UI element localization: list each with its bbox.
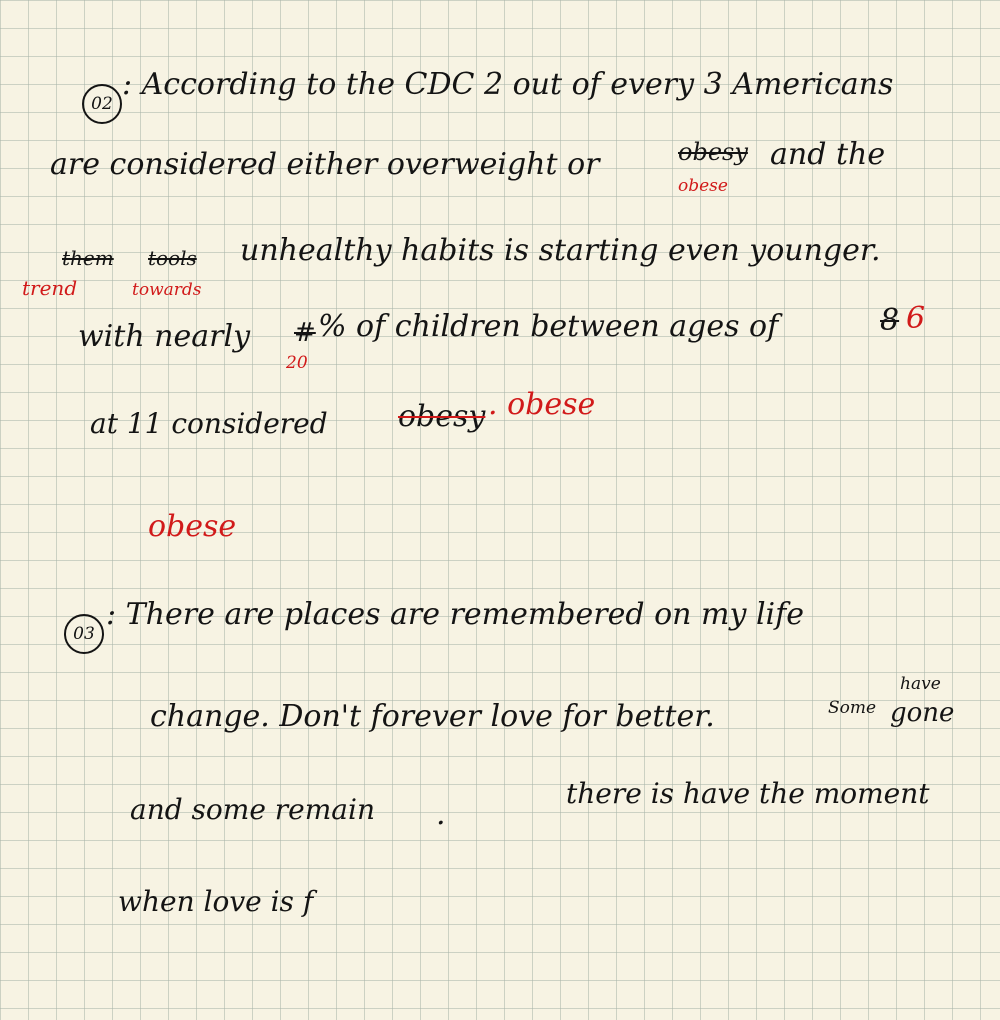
q2-line-5: at 11 considered <box>90 407 328 440</box>
q3-line-3b: there is have the moment <box>566 777 930 810</box>
q3-line-2-some: Some <box>828 698 877 718</box>
q2-correction-trend: trend <box>22 276 78 300</box>
q3-line-2-have: have <box>900 674 941 694</box>
q2-line-4b: % of children between ages of <box>318 309 779 344</box>
q2-strike-tools: tools <box>148 246 197 270</box>
q3-line-3-dot: . <box>436 797 446 832</box>
q2-strike-8: 8 <box>880 303 900 338</box>
q3-line-2-gone: gone <box>890 698 955 728</box>
q2-strike-them: them <box>62 246 114 270</box>
q2-correction-20: 20 <box>286 353 308 373</box>
q2-line-2b: and the <box>770 137 886 172</box>
question-number-02: 02 <box>82 84 122 124</box>
q2-strike-obesy-2: obesy <box>398 399 486 434</box>
q3-line-3a: and some remain <box>130 793 375 826</box>
q2-line-4a: with nearly <box>78 319 251 354</box>
notebook-page: 02 : According to the CDC 2 out of every… <box>0 0 1000 1020</box>
q2-correction-towards: towards <box>132 280 202 300</box>
q3-line-2: change. Don't forever love for better. <box>150 699 715 734</box>
q3-line-1: : There are places are remembered on my … <box>106 597 804 632</box>
q2-strike-obesy: obesy <box>678 138 748 166</box>
q2-correction-6: 6 <box>906 301 926 336</box>
q2-strike-hash: # <box>294 318 316 348</box>
q2-line-1: : According to the CDC 2 out of every 3 … <box>122 67 894 102</box>
q2-line-2a: are considered either overweight or <box>50 147 600 182</box>
q2-correction-obese: obese <box>678 176 728 196</box>
q2-line-3: unhealthy habits is starting even younge… <box>240 233 881 268</box>
q2-correction-obese-2: . obese <box>488 387 596 422</box>
q2-extra-obese: obese <box>148 509 237 544</box>
q3-line-4: when love is f <box>118 885 314 918</box>
question-number-03: 03 <box>64 614 104 654</box>
